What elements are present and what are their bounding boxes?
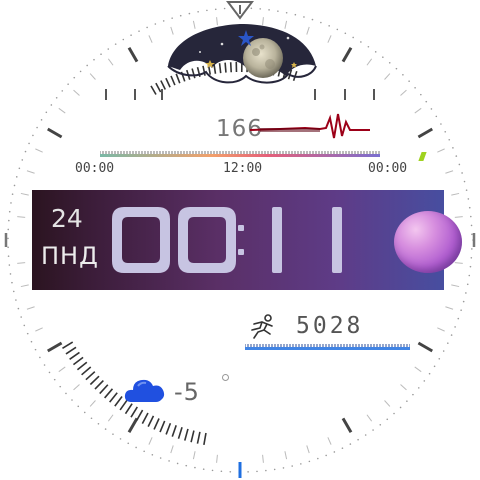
moon-sphere-icon [394, 211, 462, 273]
cloud-icon [124, 379, 165, 402]
timeline-label-start: 00:00 [75, 161, 115, 176]
timeline-label-end: 00:00 [368, 161, 408, 176]
timeline-label-mid: 12:00 [223, 161, 263, 176]
temperature-value: -5 [174, 378, 200, 406]
hour-digits [112, 207, 236, 273]
time-colon [238, 225, 244, 255]
runner-icon [251, 314, 273, 339]
date-day: 24 [51, 204, 83, 233]
moon-phase-panel [167, 24, 317, 84]
time-display [112, 207, 342, 273]
steps-progress-bar [245, 344, 410, 350]
minute-digits [272, 207, 342, 273]
day-timeline [100, 151, 380, 157]
cloud-silhouette [167, 65, 317, 84]
date-weekday: ПНД [41, 242, 99, 270]
heart-rate-graph [250, 113, 370, 139]
degree-symbol [222, 374, 229, 381]
steps-value: 5028 [296, 313, 364, 339]
night-sky [168, 24, 316, 76]
